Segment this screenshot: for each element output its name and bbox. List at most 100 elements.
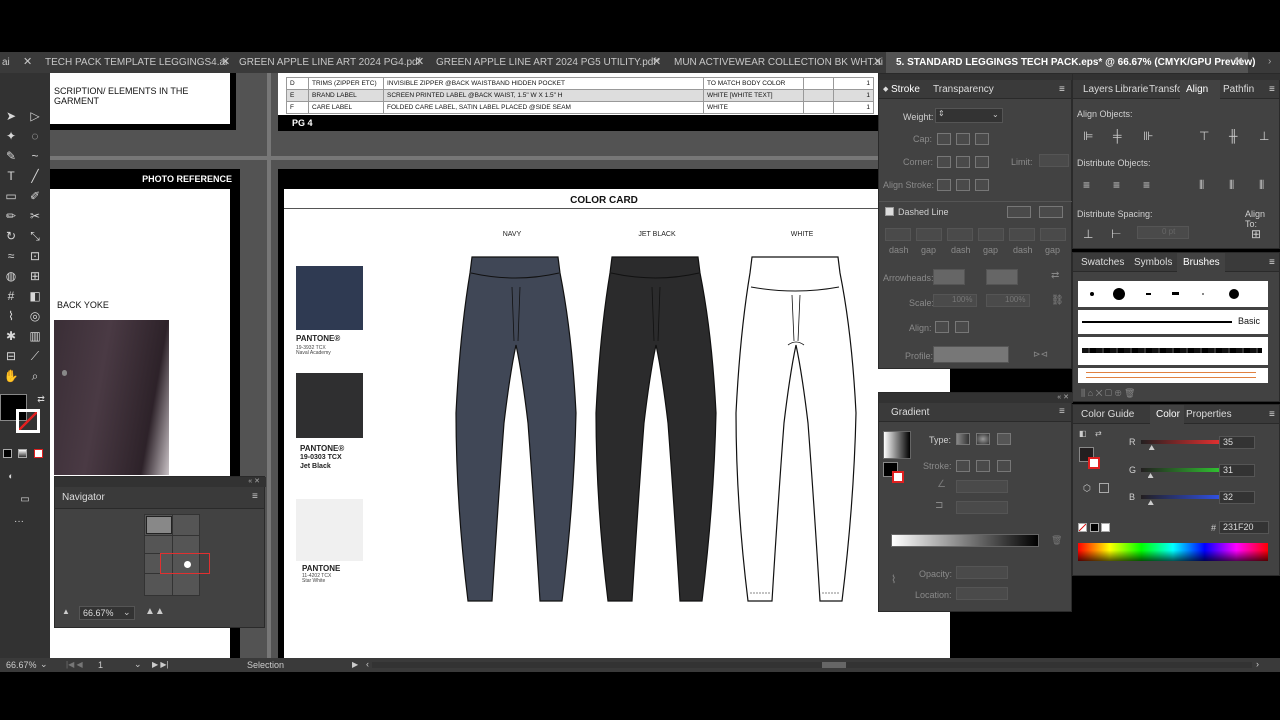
distribute-hcenter-icon[interactable]: ⦀: [1229, 178, 1234, 193]
web-safe-icon[interactable]: [1099, 483, 1109, 493]
curvature-tool-icon[interactable]: ~: [26, 147, 44, 165]
brush-dash[interactable]: [1146, 293, 1151, 295]
brush-dot[interactable]: [1202, 293, 1204, 295]
tab-color[interactable]: Color: [1150, 405, 1184, 424]
brush-dot[interactable]: [1090, 292, 1094, 296]
tab-align[interactable]: Align: [1180, 80, 1220, 99]
dash-field[interactable]: [947, 228, 973, 241]
dash-preserve-icon[interactable]: [1007, 206, 1031, 218]
status-menu-icon[interactable]: ▶: [352, 660, 358, 669]
panel-collapse-icon[interactable]: « ✕: [55, 477, 266, 487]
direct-selection-tool-icon[interactable]: ▷: [26, 107, 44, 125]
mesh-tool-icon[interactable]: #: [2, 287, 20, 305]
chevron-down-icon[interactable]: ⌄: [134, 659, 142, 670]
scroll-left-icon[interactable]: ‹: [366, 659, 369, 669]
close-icon[interactable]: ✕: [873, 52, 882, 73]
blend-tool-icon[interactable]: ◎: [26, 307, 44, 325]
swap-colors-icon[interactable]: ⇄: [1095, 429, 1102, 438]
tab-overflow-icon[interactable]: ›: [1268, 56, 1271, 67]
panel-menu-icon[interactable]: ≡: [252, 491, 258, 502]
gap-field[interactable]: [916, 228, 942, 241]
align-bottom-icon[interactable]: ⊥: [1259, 129, 1269, 143]
g-slider-handle[interactable]: [1147, 473, 1154, 478]
tab-doc-3[interactable]: GREEN APPLE LINE ART 2024 PG5 UTILITY.pd…: [427, 52, 664, 73]
gradient-stroke-swatch[interactable]: [892, 471, 904, 483]
close-icon[interactable]: ✕: [1234, 52, 1243, 73]
hand-tool-icon[interactable]: ✋: [2, 367, 20, 385]
shape-builder-tool-icon[interactable]: ◍: [2, 267, 20, 285]
gradient-mode-icon[interactable]: [18, 449, 27, 458]
stroke-swatch[interactable]: [16, 409, 40, 433]
distribute-left-icon[interactable]: ⦀: [1199, 178, 1204, 193]
align-to-selection-icon[interactable]: ⊞: [1251, 227, 1261, 241]
limit-field[interactable]: [1039, 154, 1069, 167]
none-mode-icon[interactable]: [34, 449, 43, 458]
line-tool-icon[interactable]: ╱: [26, 167, 44, 185]
arrowhead-end-select[interactable]: [986, 269, 1018, 285]
white-color-icon[interactable]: [1101, 523, 1110, 532]
selection-tool-icon[interactable]: ➤: [2, 107, 20, 125]
chevron-down-icon[interactable]: ⌄: [40, 659, 48, 670]
horizontal-spacing-icon[interactable]: ⊢: [1111, 227, 1121, 241]
stroke-weight-field[interactable]: ⇕ ⌄: [935, 108, 1003, 123]
screen-mode-icon[interactable]: ▭: [16, 491, 34, 509]
tab-transform[interactable]: Transfo: [1149, 80, 1183, 99]
type-tool-icon[interactable]: T: [2, 167, 20, 185]
brushes-footer-icons[interactable]: ⫼ ⌂ ✕ ▢ ⊕ 🗑: [1073, 385, 1280, 403]
r-slider-handle[interactable]: [1148, 445, 1155, 450]
align-hcenter-icon[interactable]: ╪: [1113, 129, 1122, 143]
tab-transparency[interactable]: Transparency: [933, 80, 994, 99]
first-page-icon[interactable]: |◀ ◀: [66, 660, 83, 669]
stroke-along-icon[interactable]: [976, 460, 990, 472]
flip-icon[interactable]: ⊳⊲: [1033, 349, 1048, 360]
gradient-slider[interactable]: [891, 534, 1039, 547]
brush-dot[interactable]: [1229, 289, 1239, 299]
scale-tool-icon[interactable]: ⤡: [26, 227, 44, 245]
warp-tool-icon[interactable]: ≈: [2, 247, 20, 265]
panel-collapse-icon[interactable]: « ✕: [879, 393, 1073, 403]
zoom-level[interactable]: 66.67%: [6, 660, 37, 670]
tab-doc-active[interactable]: 5. STANDARD LEGGINGS TECH PACK.eps* @ 66…: [886, 52, 1255, 73]
color-mode-icon[interactable]: [3, 449, 12, 458]
lasso-tool-icon[interactable]: ◌: [26, 127, 44, 145]
b-slider-handle[interactable]: [1147, 500, 1154, 505]
distribute-top-icon[interactable]: ≡: [1083, 178, 1090, 192]
opacity-field[interactable]: [956, 566, 1008, 579]
zoom-out-icon[interactable]: ▲: [62, 607, 70, 616]
color-spectrum[interactable]: [1078, 543, 1268, 561]
page-number[interactable]: 1: [98, 660, 103, 670]
brush-art[interactable]: [1078, 368, 1268, 383]
panel-menu-icon[interactable]: ≡: [1269, 80, 1275, 99]
aspect-ratio-field[interactable]: [956, 501, 1008, 514]
gradient-tool-icon[interactable]: ◧: [26, 287, 44, 305]
align-right-icon[interactable]: ⊪: [1143, 129, 1153, 143]
eyedropper-icon[interactable]: ⌇: [891, 573, 896, 586]
zoom-tool-icon[interactable]: ⌕: [26, 367, 44, 385]
b-value-field[interactable]: 32: [1219, 491, 1255, 504]
horizontal-scrollbar[interactable]: [372, 662, 1252, 668]
rotate-tool-icon[interactable]: ↻: [2, 227, 20, 245]
draw-mode-icon[interactable]: ◐: [2, 467, 20, 485]
dash-field[interactable]: [885, 228, 911, 241]
pen-tool-icon[interactable]: ✎: [2, 147, 20, 165]
bevel-join-icon[interactable]: [975, 156, 989, 168]
radial-gradient-icon[interactable]: [976, 433, 990, 445]
stroke-within-icon[interactable]: [956, 460, 970, 472]
panel-menu-icon[interactable]: ≡: [1059, 80, 1065, 99]
stroke-across-icon[interactable]: [997, 460, 1011, 472]
align-inside-icon[interactable]: [956, 179, 970, 191]
spacing-field[interactable]: 0 pt: [1137, 226, 1189, 239]
tab-doc-2[interactable]: GREEN APPLE LINE ART 2024 PG4.pdf ✕: [229, 52, 427, 73]
tab-color-guide[interactable]: Color Guide: [1081, 405, 1134, 424]
scale-start-field[interactable]: 100%: [933, 294, 977, 307]
arrow-place-icon[interactable]: [955, 321, 969, 333]
chevron-down-icon[interactable]: ⌄: [992, 110, 999, 119]
rectangle-tool-icon[interactable]: ▭: [2, 187, 20, 205]
tab-layers[interactable]: Layers: [1083, 80, 1113, 99]
panel-menu-icon[interactable]: ≡: [1269, 253, 1275, 272]
brush-charcoal[interactable]: [1078, 337, 1268, 365]
zoom-in-icon[interactable]: ▲▲: [145, 606, 165, 617]
location-field[interactable]: [956, 587, 1008, 600]
close-icon[interactable]: ✕: [23, 52, 32, 73]
shaper-tool-icon[interactable]: ✏: [2, 207, 20, 225]
